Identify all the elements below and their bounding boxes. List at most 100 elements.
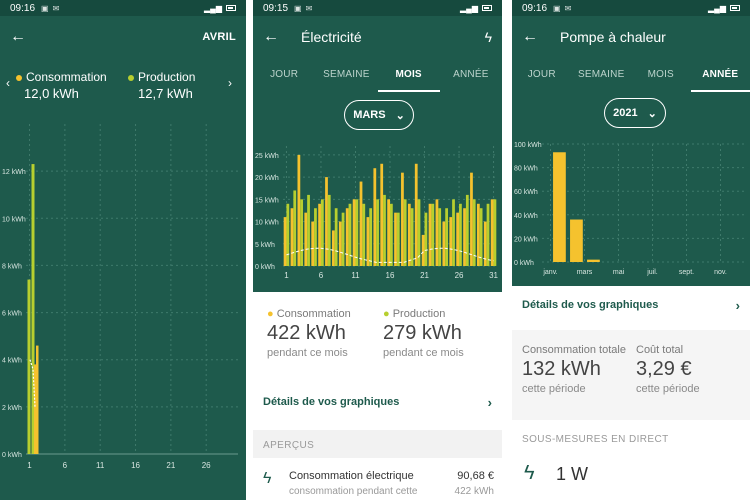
tab-mois[interactable]: MOIS (631, 58, 691, 92)
production-bar (311, 221, 315, 266)
production-bar (366, 217, 370, 266)
consumption-bar (36, 345, 39, 454)
y-tick-label: 100 kWh (514, 142, 542, 149)
consumption-bar (431, 203, 435, 266)
signal-icon: ▂▄▆ (708, 3, 726, 13)
details-link[interactable]: Détails de vos graphiques › (253, 390, 502, 414)
consumption-bar (320, 199, 324, 266)
y-tick-label: 40 kWh (514, 213, 538, 220)
x-tick-label: 26 (455, 271, 464, 280)
x-tick-label: 6 (63, 461, 68, 470)
y-tick-label: 10 kWh (2, 216, 26, 223)
tab-jour[interactable]: JOUR (512, 58, 572, 92)
x-tick-label: mai (613, 269, 625, 276)
app-bar: ← Électricité ϟ (253, 16, 502, 58)
consumption-bar (390, 203, 393, 266)
production-summary: Production 12,7 kWh (128, 70, 195, 101)
consumption-block: ● Consommation 422 kWh pendant ce mois (267, 308, 351, 359)
overview-item[interactable]: ϟ Consommation électrique 90,68 € consom… (253, 458, 502, 500)
x-tick-label: 11 (96, 461, 105, 470)
consumption-bar (383, 194, 386, 266)
consumption-bar (587, 259, 600, 262)
y-tick-label: 4 kWh (2, 358, 22, 365)
lightning-icon[interactable]: ϟ (485, 29, 492, 45)
production-bar (463, 208, 466, 266)
month-label-button[interactable]: AVRIL (202, 31, 236, 43)
consumption-summary: Consommation 12,0 kWh (16, 70, 107, 101)
tab-jour[interactable]: JOUR (253, 58, 315, 92)
status-bar: 09:16 ▣ ✉ ▂▄▆ (512, 0, 750, 16)
production-bar (470, 172, 473, 266)
y-tick-label: 0 kWh (514, 260, 534, 267)
total-consumption-value: 132 kWh (522, 358, 601, 380)
production-bar (359, 181, 363, 266)
consumption-value: 12,0 kWh (24, 86, 79, 101)
period-tabs: JOUR SEMAINE MOIS ANNÉE (253, 58, 502, 92)
consumption-bar (327, 194, 331, 266)
consumption-bar (452, 199, 455, 266)
x-tick-label: 26 (202, 461, 211, 470)
tab-annee[interactable]: ANNÉE (690, 58, 750, 92)
production-bar (442, 221, 446, 266)
daily-summary: ‹ Consommation 12,0 kWh Production 12,7 … (0, 58, 246, 112)
details-link[interactable]: Détails de vos graphiques › (512, 293, 750, 317)
lightning-icon: ϟ (524, 462, 535, 484)
y-tick-label: 25 kWh (255, 153, 279, 160)
consumption-bar (445, 208, 448, 266)
production-bar (345, 208, 349, 266)
tab-semaine[interactable]: SEMAINE (315, 58, 377, 92)
month-selector[interactable]: MARS ⌄ (344, 100, 414, 130)
tab-semaine[interactable]: SEMAINE (572, 58, 632, 92)
consumption-bar (362, 203, 366, 266)
consumption-bar (307, 194, 310, 266)
chevron-down-icon: ⌄ (647, 107, 657, 120)
production-bar (373, 168, 377, 266)
live-item[interactable]: ϟ 1 W (512, 452, 750, 500)
previous-day-icon[interactable]: ‹ (6, 76, 10, 90)
consumption-bar (403, 199, 407, 266)
consumption-bar (493, 199, 497, 266)
app-bar: ← AVRIL (0, 16, 246, 58)
total-cost-label: Coût total (636, 344, 684, 356)
consumption-value: 422 kWh (267, 322, 346, 344)
chevron-down-icon: ⌄ (395, 109, 405, 122)
mail-notification-icon: ✉ (52, 3, 60, 13)
next-day-icon[interactable]: › (228, 76, 232, 90)
y-tick-label: 20 kWh (255, 175, 279, 182)
x-tick-label: 16 (131, 461, 140, 470)
back-arrow-icon[interactable]: ← (522, 28, 546, 46)
x-tick-label: 16 (386, 271, 395, 280)
total-cost-value: 3,29 € (636, 358, 692, 380)
chevron-right-icon: › (487, 394, 492, 410)
year-selector[interactable]: 2021 ⌄ (604, 98, 666, 128)
chevron-right-icon: › (735, 297, 740, 313)
production-bar (332, 230, 335, 266)
back-arrow-icon[interactable]: ← (263, 28, 287, 46)
production-label: Production (392, 308, 446, 320)
back-arrow-icon[interactable]: ← (10, 28, 34, 46)
production-bar (27, 279, 31, 454)
consumption-bar (424, 212, 428, 266)
total-consumption-label: Consommation totale (522, 344, 626, 356)
x-tick-label: 1 (27, 461, 32, 470)
consumption-bar (459, 203, 462, 266)
overview-heading: APERÇUS (263, 440, 315, 451)
monthly-chart-svg: 0 kWh5 kWh10 kWh15 kWh20 kWh25 kWh1 6 11 16… (255, 146, 499, 280)
y-tick-label: 0 kWh (255, 264, 275, 271)
consumption-dot-icon (16, 74, 22, 81)
status-icons: ▂▄▆ (708, 4, 740, 13)
total-cost-period: cette période (636, 383, 700, 395)
x-tick-label: juil. (646, 269, 658, 276)
signal-icon: ▂▄▆ (460, 3, 478, 13)
production-bar (490, 199, 494, 266)
daily-chart: 0 kWh 2 kWh 4 kWh 6 kWh 8 kWh 10 kWh 12 kWh 1 6 1… (0, 112, 246, 500)
page-title: Pompe à chaleur (560, 29, 666, 45)
y-tick-label: 60 kWh (514, 189, 538, 196)
tab-annee[interactable]: ANNÉE (440, 58, 502, 92)
tab-mois[interactable]: MOIS (377, 58, 440, 92)
screen-heat-pump: 09:16 ▣ ✉ ▂▄▆ ← Pompe à chaleur JOUR SEM… (512, 0, 750, 500)
status-bar: 09:15 ▣ ✉ ▂▄▆ (253, 0, 502, 16)
x-tick-label: 1 (284, 271, 289, 280)
consumption-bar (438, 208, 442, 266)
production-bar (290, 208, 294, 266)
